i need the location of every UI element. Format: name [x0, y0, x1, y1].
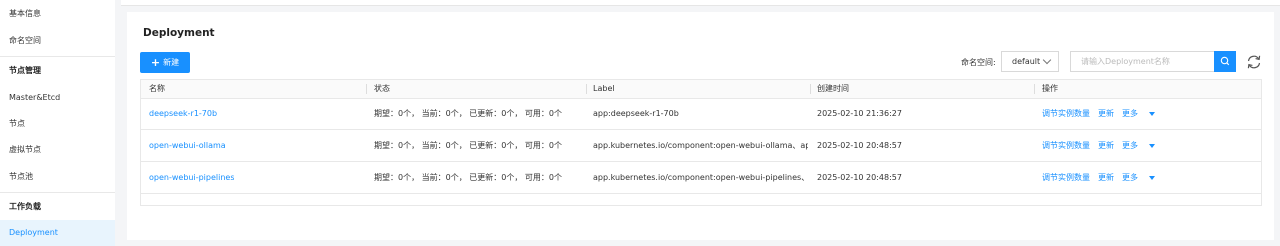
namespace-value: default — [1012, 57, 1041, 66]
actions-cell: 调节实例数量 更新 更多 — [1042, 162, 1171, 193]
page-title: Deployment — [143, 27, 215, 39]
scale-link[interactable]: 调节实例数量 — [1042, 162, 1090, 193]
label-cell: app:deepseek-r1-70b — [593, 109, 679, 118]
deployment-name-link[interactable]: open-webui-pipelines — [149, 162, 234, 193]
column-header-label: Label — [593, 84, 615, 93]
table-header: 名称 状态 Label 创建时间 操作 — [141, 80, 1261, 99]
column-header-created: 创建时间 — [817, 84, 849, 93]
deployment-name-link[interactable]: deepseek-r1-70b — [149, 98, 217, 129]
column-header-actions: 操作 — [1042, 84, 1058, 93]
more-dropdown[interactable]: 更多 — [1122, 130, 1163, 161]
sidebar-item-basic-info[interactable]: 基本信息 — [0, 1, 115, 27]
table-row: open-webui-pipelines 期望：0个， 当前：0个， 已更新：0… — [141, 162, 1261, 194]
content-card: Deployment + 新建 命名空间: default 请输入Deploym… — [127, 12, 1274, 240]
sidebar-item-deployment[interactable]: Deployment — [0, 220, 115, 246]
column-header-status: 状态 — [374, 84, 390, 93]
refresh-icon — [1247, 55, 1261, 69]
search-icon — [1220, 56, 1230, 66]
sidebar: 基本信息 命名空间 节点管理 Master&Etcd 节点 虚拟节点 节点池 工… — [0, 0, 115, 246]
more-label: 更多 — [1122, 109, 1138, 118]
sidebar-item-node-pools[interactable]: 节点池 — [0, 164, 115, 190]
scale-link[interactable]: 调节实例数量 — [1042, 98, 1090, 129]
namespace-select[interactable]: default — [1001, 51, 1059, 72]
column-divider — [810, 84, 811, 94]
scale-link[interactable]: 调节实例数量 — [1042, 130, 1090, 161]
namespace-label: 命名空间: — [961, 58, 996, 67]
update-link[interactable]: 更新 — [1098, 98, 1114, 129]
label-cell: app.kubernetes.io/component:open-webui-o… — [593, 141, 808, 150]
status-cell: 期望：0个， 当前：0个， 已更新：0个， 可用：0个 — [374, 173, 562, 182]
new-button[interactable]: + 新建 — [140, 52, 190, 73]
sidebar-item-namespace[interactable]: 命名空间 — [0, 28, 115, 54]
plus-icon: + — [150, 56, 161, 69]
actions-cell: 调节实例数量 更新 更多 — [1042, 98, 1171, 129]
search-input[interactable]: 请输入Deployment名称 — [1070, 51, 1215, 72]
update-link[interactable]: 更新 — [1098, 162, 1114, 193]
search-button[interactable] — [1214, 51, 1236, 72]
main-area: Deployment + 新建 命名空间: default 请输入Deploym… — [121, 0, 1280, 240]
column-header-name: 名称 — [149, 84, 165, 93]
sidebar-divider — [0, 192, 115, 193]
new-button-label: 新建 — [163, 58, 180, 67]
sidebar-item-master-etcd[interactable]: Master&Etcd — [0, 85, 115, 111]
created-cell: 2025-02-10 20:48:57 — [817, 173, 902, 182]
status-cell: 期望：0个， 当前：0个， 已更新：0个， 可用：0个 — [374, 141, 562, 150]
refresh-button[interactable] — [1244, 52, 1264, 72]
more-dropdown[interactable]: 更多 — [1122, 98, 1163, 129]
actions-cell: 调节实例数量 更新 更多 — [1042, 130, 1171, 161]
created-cell: 2025-02-10 21:36:27 — [817, 109, 902, 118]
label-cell: app.kubernetes.io/component:open-webui-p… — [593, 173, 808, 182]
caret-down-icon — [1149, 143, 1155, 148]
update-link[interactable]: 更新 — [1098, 130, 1114, 161]
status-cell: 期望：0个， 当前：0个， 已更新：0个， 可用：0个 — [374, 109, 562, 118]
more-label: 更多 — [1122, 173, 1138, 182]
sidebar-divider — [0, 56, 115, 57]
table-row: open-webui-ollama 期望：0个， 当前：0个， 已更新：0个， … — [141, 130, 1261, 162]
sidebar-item-virtual-nodes[interactable]: 虚拟节点 — [0, 137, 115, 163]
sidebar-item-nodes[interactable]: 节点 — [0, 111, 115, 137]
deployment-name-link[interactable]: open-webui-ollama — [149, 130, 226, 161]
sidebar-group-workloads: 工作负载 — [9, 202, 41, 211]
caret-down-icon — [1149, 111, 1155, 116]
table-row: deepseek-r1-70b 期望：0个， 当前：0个， 已更新：0个， 可用… — [141, 98, 1261, 130]
more-dropdown[interactable]: 更多 — [1122, 162, 1163, 193]
sidebar-group-node-management: 节点管理 — [9, 66, 41, 75]
more-label: 更多 — [1122, 141, 1138, 150]
chevron-down-icon — [1042, 55, 1052, 65]
column-divider — [1034, 84, 1035, 94]
caret-down-icon — [1149, 175, 1155, 180]
top-bar — [121, 0, 1280, 6]
created-cell: 2025-02-10 20:48:57 — [817, 141, 902, 150]
column-divider — [366, 84, 367, 94]
deployment-table: 名称 状态 Label 创建时间 操作 deepseek-r1-70b 期望：0… — [140, 79, 1262, 206]
column-divider — [586, 84, 587, 94]
